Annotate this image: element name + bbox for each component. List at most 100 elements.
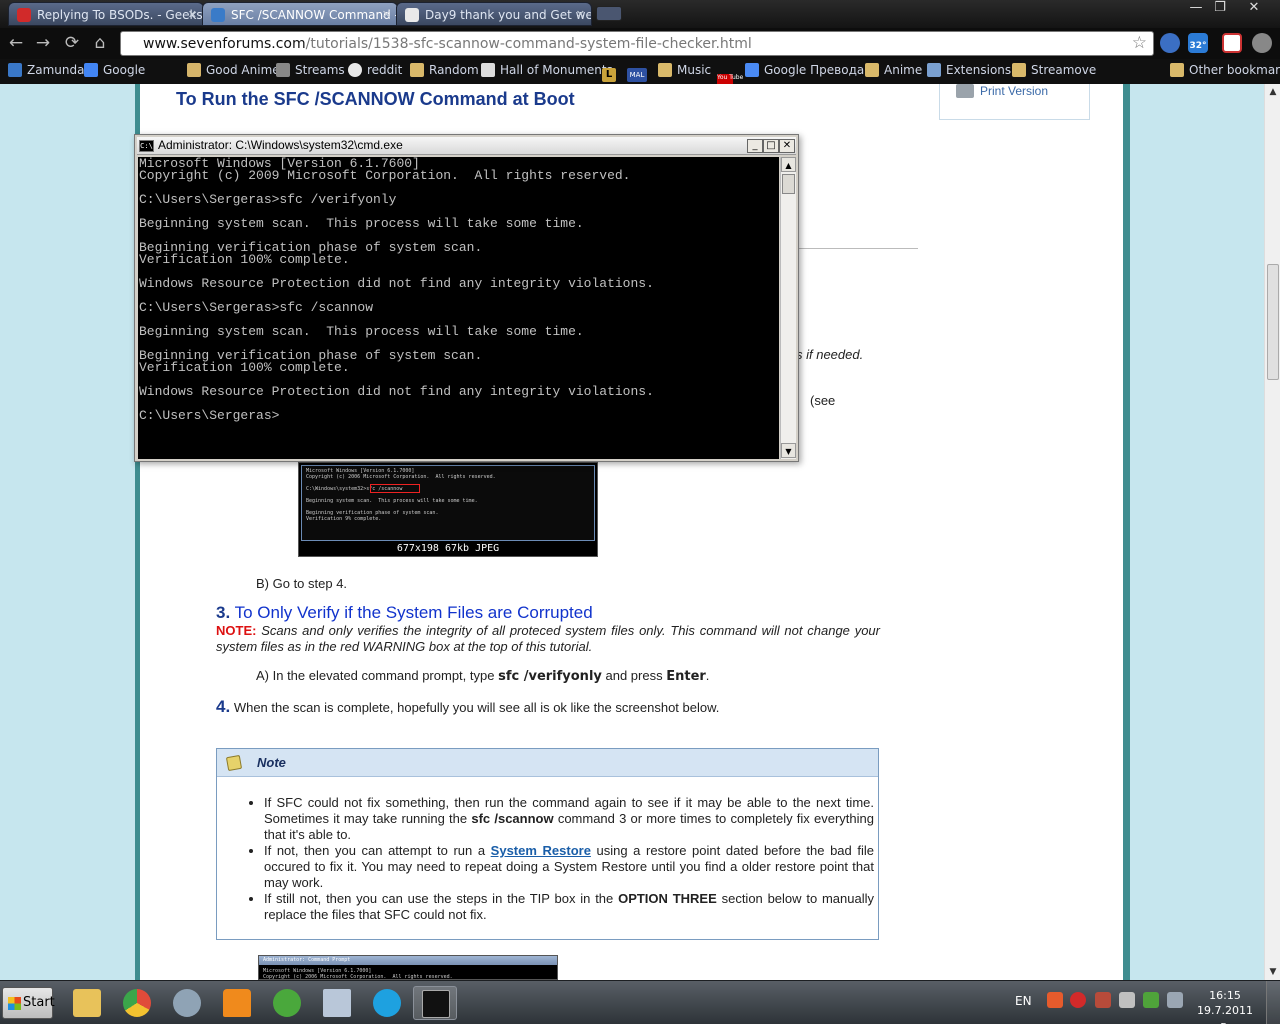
windows-logo-icon: [8, 997, 21, 1010]
clock-time: 16:15: [1209, 989, 1241, 1002]
screenshot-thumbnail-scannow[interactable]: Microsoft Windows [Version 6.1.7000] Cop…: [298, 462, 598, 557]
taskbar-cmd[interactable]: [413, 986, 457, 1020]
back-button[interactable]: ←: [5, 32, 27, 54]
bookmark-google[interactable]: Google: [84, 63, 145, 77]
system-restore-link[interactable]: System Restore: [491, 843, 591, 858]
url-path: /tutorials/1538-sfc-scannow-command-syst…: [305, 36, 752, 52]
note-text: Scans and only verifies the integrity of…: [216, 623, 880, 654]
window-maximize-button[interactable]: ❐: [1208, 0, 1232, 18]
bookmark-star-icon[interactable]: ☆: [1132, 33, 1147, 53]
puzzle-icon: [927, 63, 941, 77]
bookmark-reddit[interactable]: reddit: [348, 63, 402, 77]
print-version-box[interactable]: Print Version: [939, 84, 1090, 120]
bookmark-other[interactable]: Other bookmarks: [1170, 63, 1280, 77]
tray-app-icon[interactable]: [1143, 992, 1159, 1008]
volume-icon[interactable]: [1167, 992, 1183, 1008]
bookmark-music[interactable]: Music: [658, 63, 711, 77]
taskbar-chrome[interactable]: [115, 986, 159, 1020]
home-button[interactable]: ⌂: [89, 32, 111, 54]
cmd-title: Administrator: C:\Windows\system32\cmd.e…: [158, 138, 403, 152]
bookmark-l[interactable]: L: [602, 63, 621, 82]
network-icon[interactable]: [1119, 992, 1135, 1008]
system-clock[interactable]: 16:15 19.7.2011 г.: [1192, 988, 1258, 1024]
taskbar-vlc[interactable]: [215, 986, 259, 1020]
sound-icon: [173, 989, 201, 1017]
cmd-console[interactable]: Microsoft Windows [Version 6.1.7600] Cop…: [138, 157, 779, 459]
weather-icon[interactable]: 32°: [1188, 33, 1208, 53]
cmd-titlebar[interactable]: C:\ Administrator: C:\Windows\system32\c…: [137, 137, 796, 155]
l-icon-letter: L: [605, 69, 613, 80]
show-desktop-button[interactable]: [1266, 981, 1280, 1024]
tab-sfc-scannow[interactable]: SFC /SCANNOW Command - S ✕: [202, 2, 398, 26]
bookmark-streams[interactable]: Streams: [276, 63, 345, 77]
cmd-scroll-thumb[interactable]: [782, 174, 795, 194]
tab-close-icon[interactable]: ✕: [382, 8, 391, 21]
tab-day9[interactable]: Day9 thank you and Get well ✕: [396, 2, 592, 26]
window-minimize-button[interactable]: —: [1184, 0, 1208, 18]
window-close-button[interactable]: ✕: [1242, 0, 1266, 18]
bookmark-streamove[interactable]: Streamove: [1012, 63, 1096, 77]
screenshot-thumbnail-verify[interactable]: Administrator: Command Prompt Microsoft …: [258, 955, 558, 980]
verify-note: NOTE: Scans and only verifies the integr…: [216, 623, 880, 655]
tab-close-icon[interactable]: ✕: [576, 8, 585, 21]
bookmark-random[interactable]: Random: [410, 63, 479, 77]
taskbar-sound[interactable]: [165, 986, 209, 1020]
start-label: Start: [23, 995, 55, 1010]
step-a-text: A) In the elevated command prompt, type …: [256, 668, 709, 684]
tab-close-icon[interactable]: ✕: [188, 8, 197, 21]
bookmark-label: Google: [103, 63, 146, 77]
note-list: If SFC could not fix something, then run…: [247, 795, 874, 923]
cmd-maximize-button[interactable]: □: [763, 139, 779, 153]
cmd-window[interactable]: C:\ Administrator: C:\Windows\system32\c…: [134, 134, 799, 462]
cmd-close-button[interactable]: ✕: [779, 139, 795, 153]
bookmark-anime[interactable]: Anime: [865, 63, 922, 77]
step-a-command: sfc /verifyonly: [498, 669, 602, 684]
taskbar-utorrent[interactable]: [265, 986, 309, 1020]
cmd-scroll-down-icon[interactable]: ▼: [781, 443, 796, 458]
start-button[interactable]: Start: [2, 987, 55, 1019]
thumb-title: Administrator: Command Prompt: [263, 957, 351, 963]
cmd-scroll-up-icon[interactable]: ▲: [781, 157, 796, 172]
text-fragment-if-needed: s if needed.: [796, 347, 864, 362]
tray-app-icon[interactable]: [1047, 992, 1063, 1008]
bookmark-zamunda[interactable]: Zamunda: [8, 63, 84, 77]
step-a-end: .: [705, 668, 710, 683]
url-host: www.sevenforums.com: [143, 36, 306, 52]
bookmark-good-anime[interactable]: Good Anime: [187, 63, 280, 77]
address-bar[interactable]: www.sevenforums.com/tutorials/1538-sfc-s…: [120, 31, 1154, 56]
extension-globe-icon[interactable]: [1160, 33, 1180, 53]
step-b-text: B) Go to step 4.: [256, 576, 348, 591]
forward-button[interactable]: →: [32, 32, 54, 54]
folder-icon: [865, 63, 879, 77]
scroll-up-arrow-icon[interactable]: ▲: [1265, 84, 1280, 100]
clock-date: 19.7.2011 г.: [1197, 1004, 1253, 1024]
taskbar-skype[interactable]: [365, 986, 409, 1020]
bookmark-extensions[interactable]: Extensions: [927, 63, 1011, 77]
reload-button[interactable]: ⟳: [61, 32, 83, 54]
note-box-title: Note: [257, 755, 286, 770]
taskbar-explorer[interactable]: [65, 986, 109, 1020]
wrench-menu-icon[interactable]: [1252, 33, 1272, 53]
new-tab-button[interactable]: [596, 6, 622, 21]
note-item-text: If not, then you can attempt to run a: [264, 843, 486, 858]
scroll-down-arrow-icon[interactable]: ▼: [1265, 964, 1280, 980]
bookmark-label: Streams: [295, 63, 345, 77]
folder-icon: [1170, 63, 1184, 77]
language-indicator[interactable]: EN: [1015, 994, 1032, 1008]
tab-replying-bsods[interactable]: Replying To BSODs. - Geeks to ✕: [8, 2, 204, 26]
cmd-minimize-button[interactable]: _: [747, 139, 763, 153]
tray-app-icon[interactable]: [1070, 992, 1086, 1008]
tray-app-icon[interactable]: [1095, 992, 1111, 1008]
bookmark-google-translate[interactable]: Google Преводач: [745, 63, 871, 77]
bookmark-hall-of-monuments[interactable]: Hall of Monuments: [481, 63, 613, 77]
print-version-link[interactable]: Print Version: [980, 84, 1048, 98]
vlc-icon: [223, 989, 251, 1017]
cmd-scrollbar[interactable]: ▲ ▼: [780, 157, 796, 459]
bookmark-mal[interactable]: MAL: [627, 63, 652, 82]
page-scrollbar[interactable]: ▲ ▼: [1264, 84, 1280, 980]
gmail-icon[interactable]: [1222, 33, 1242, 53]
cmd-icon: C:\: [139, 140, 154, 152]
scrollbar-thumb[interactable]: [1267, 264, 1279, 380]
taskbar-files[interactable]: [315, 986, 359, 1020]
note-item-command: sfc /scannow: [471, 811, 554, 826]
